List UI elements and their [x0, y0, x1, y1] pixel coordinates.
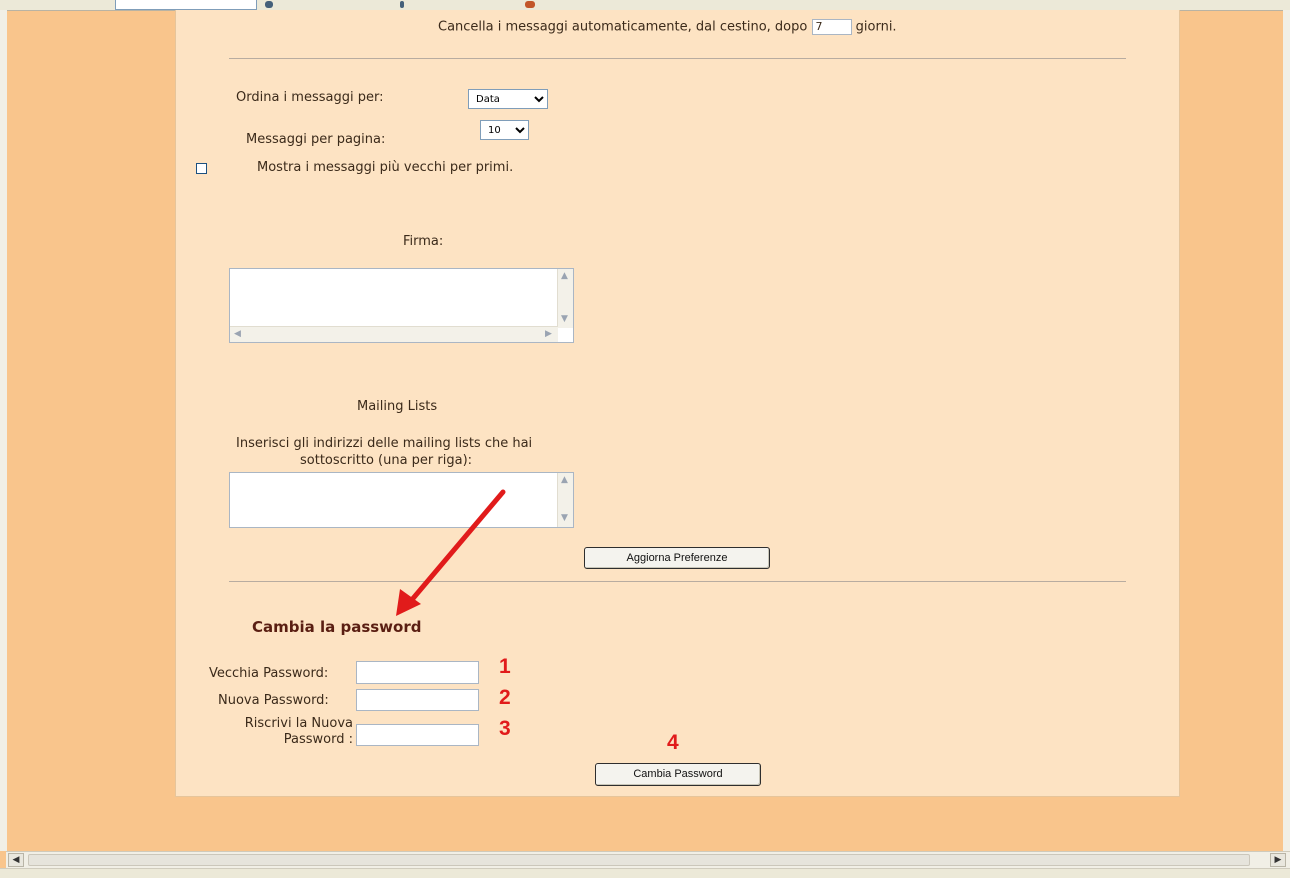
autodelete-prefix: Cancella i messaggi automaticamente, dal…	[438, 19, 808, 35]
autodelete-suffix: giorni.	[855, 19, 897, 35]
per-page-label: Messaggi per pagina:	[246, 132, 386, 147]
old-password-input[interactable]	[356, 661, 479, 684]
address-combo[interactable]	[115, 0, 257, 10]
signature-textarea[interactable]: ▲ ▼ ◀ ▶	[229, 268, 574, 343]
scrollbar-thumb[interactable]	[28, 854, 1250, 866]
old-password-label: Vecchia Password:	[209, 666, 329, 681]
toolbar-icon[interactable]	[525, 1, 535, 8]
new-password-input[interactable]	[356, 689, 479, 711]
mailing-desc-line1: Inserisci gli indirizzi delle mailing li…	[236, 436, 533, 451]
scroll-left-icon[interactable]: ◀	[231, 328, 244, 341]
scroll-up-icon[interactable]: ▲	[558, 474, 571, 487]
mailing-title: Mailing Lists	[357, 399, 438, 414]
repeat-password-label: Riscrivi la Nuova Password :	[229, 716, 353, 748]
signature-hscrollbar[interactable]: ◀ ▶	[230, 326, 558, 342]
window-horizontal-scrollbar[interactable]: ◀ ▶	[6, 851, 1290, 869]
signature-label: Firma:	[403, 234, 444, 249]
change-password-button[interactable]: Cambia Password	[595, 763, 761, 786]
oldest-first-label: Mostra i messaggi più vecchi per primi.	[257, 160, 514, 175]
step-number-1: 1	[499, 655, 511, 678]
preferences-panel: Cancella i messaggi automaticamente, dal…	[175, 10, 1180, 797]
autodelete-row: Cancella i messaggi automaticamente, dal…	[438, 19, 897, 35]
sort-label: Ordina i messaggi per:	[236, 90, 384, 105]
mailing-desc-line2: sottoscritto (una per riga):	[300, 453, 473, 468]
window-left-edge	[0, 10, 7, 851]
step-number-2: 2	[499, 686, 511, 709]
sort-select[interactable]: Data	[468, 89, 548, 109]
new-password-label: Nuova Password:	[218, 693, 329, 708]
toolbar-icon[interactable]	[400, 1, 404, 8]
step-number-4: 4	[667, 731, 679, 754]
autodelete-days-input[interactable]: 7	[811, 19, 852, 35]
scroll-up-icon[interactable]: ▲	[558, 270, 571, 283]
step-number-3: 3	[499, 717, 511, 740]
mailing-lists-textarea[interactable]: ▲ ▼	[229, 472, 574, 528]
repeat-password-label-line1: Riscrivi la Nuova	[244, 716, 353, 731]
divider	[229, 58, 1126, 59]
signature-vscrollbar[interactable]: ▲ ▼	[557, 269, 573, 328]
scroll-down-icon[interactable]: ▼	[558, 512, 571, 525]
per-page-select[interactable]: 10	[480, 120, 529, 140]
divider	[229, 581, 1126, 582]
repeat-password-input[interactable]	[356, 724, 479, 746]
scroll-right-icon[interactable]: ▶	[542, 328, 555, 341]
oldest-first-checkbox[interactable]	[196, 163, 207, 174]
mailing-vscrollbar[interactable]: ▲ ▼	[557, 473, 573, 527]
change-password-heading: Cambia la password	[252, 618, 422, 636]
scroll-down-icon[interactable]: ▼	[558, 313, 571, 326]
scroll-left-icon[interactable]: ◀	[8, 853, 24, 867]
repeat-password-label-line2: Password :	[283, 732, 353, 747]
update-preferences-button[interactable]: Aggiorna Preferenze	[584, 547, 770, 569]
toolbar-icon[interactable]	[265, 1, 273, 8]
scroll-right-icon[interactable]: ▶	[1270, 853, 1286, 867]
window-vertical-scrollbar[interactable]	[1283, 10, 1290, 851]
